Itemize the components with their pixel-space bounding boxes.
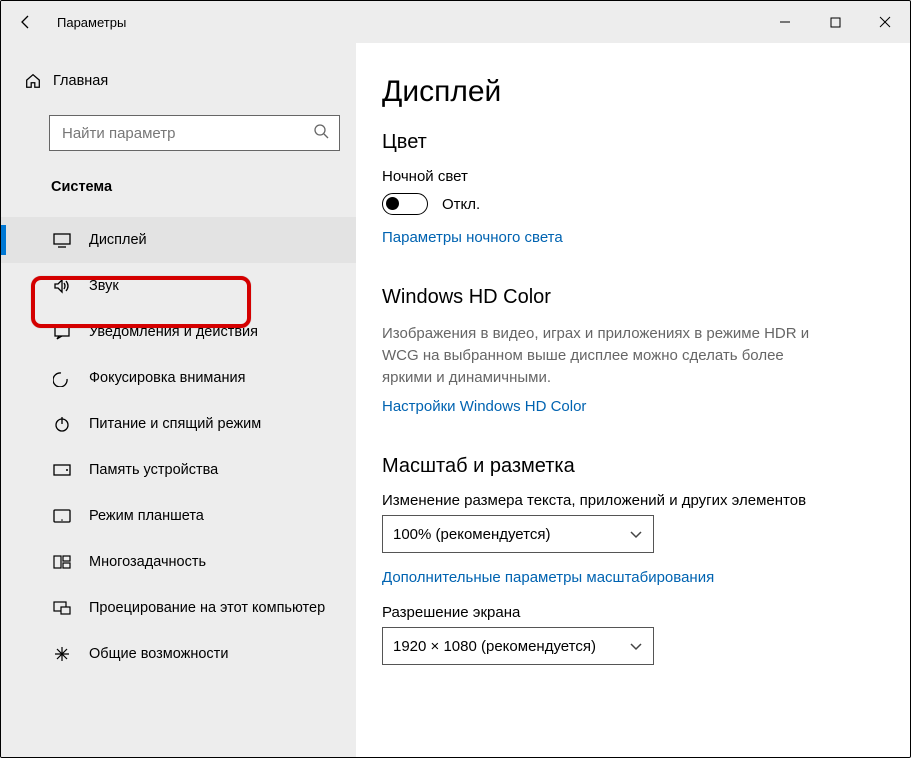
back-button[interactable]: [9, 1, 43, 43]
content-pane: Дисплей Цвет Ночной свет Откл. Параметры…: [356, 43, 910, 757]
sidebar-item-label: Питание и спящий режим: [89, 416, 261, 432]
chevron-down-icon: [629, 526, 643, 543]
night-light-label: Ночной свет: [382, 168, 910, 185]
search-icon: [313, 123, 329, 144]
sidebar-category: Система: [1, 151, 356, 213]
sidebar-item-multitask[interactable]: Многозадачность: [1, 539, 356, 585]
sidebar-item-label: Фокусировка внимания: [89, 370, 245, 386]
sidebar-nav: Дисплей Звук Уведомления и действия: [1, 213, 356, 677]
tablet-icon: [51, 509, 73, 523]
scale-field-label: Изменение размера текста, приложений и д…: [382, 492, 910, 509]
scale-combobox[interactable]: 100% (рекомендуется): [382, 515, 654, 553]
hd-desc: Изображения в видео, играх и приложениях…: [382, 323, 822, 388]
sidebar-item-label: Многозадачность: [89, 554, 206, 570]
projecting-icon: [51, 601, 73, 615]
display-icon: [51, 232, 73, 248]
section-scale: Масштаб и разметка: [382, 455, 910, 478]
night-light-toggle[interactable]: [382, 193, 428, 215]
sidebar-item-projecting[interactable]: Проецирование на этот компьютер: [1, 585, 356, 631]
scale-value: 100% (рекомендуется): [393, 526, 550, 543]
sidebar-item-display[interactable]: Дисплей: [1, 217, 356, 263]
sidebar-home-label: Главная: [53, 73, 108, 89]
sidebar-item-sound[interactable]: Звук: [1, 263, 356, 309]
hd-settings-link[interactable]: Настройки Windows HD Color: [382, 398, 910, 415]
sound-icon: [51, 278, 73, 294]
resolution-combobox[interactable]: 1920 × 1080 (рекомендуется): [382, 627, 654, 665]
power-icon: [51, 415, 73, 433]
minimize-button[interactable]: [760, 1, 810, 43]
sidebar-item-shared[interactable]: Общие возможности: [1, 631, 356, 677]
sidebar-item-power[interactable]: Питание и спящий режим: [1, 401, 356, 447]
sidebar-item-label: Дисплей: [89, 232, 147, 248]
section-hdcolor: Windows HD Color: [382, 286, 910, 309]
sidebar-home[interactable]: Главная: [1, 61, 356, 101]
page-title: Дисплей: [382, 75, 910, 109]
sidebar-item-label: Режим планшета: [89, 508, 204, 524]
close-button[interactable]: [860, 1, 910, 43]
advanced-scaling-link[interactable]: Дополнительные параметры масштабирования: [382, 569, 910, 586]
focus-icon: [51, 369, 73, 387]
shared-icon: [51, 645, 73, 663]
sidebar-item-notifications[interactable]: Уведомления и действия: [1, 309, 356, 355]
sidebar-item-storage[interactable]: Память устройства: [1, 447, 356, 493]
search-box[interactable]: [49, 115, 340, 151]
chevron-down-icon: [629, 638, 643, 655]
sidebar-item-tablet[interactable]: Режим планшета: [1, 493, 356, 539]
sidebar-item-label: Общие возможности: [89, 646, 228, 662]
sidebar-item-focus[interactable]: Фокусировка внимания: [1, 355, 356, 401]
resolution-field-label: Разрешение экрана: [382, 604, 910, 621]
search-input[interactable]: [60, 124, 313, 143]
storage-icon: [51, 464, 73, 476]
resolution-value: 1920 × 1080 (рекомендуется): [393, 638, 596, 655]
sidebar-item-label: Память устройства: [89, 462, 218, 478]
sidebar-item-label: Уведомления и действия: [89, 324, 258, 340]
notifications-icon: [51, 324, 73, 340]
sidebar: Главная Система Дисплей: [1, 43, 356, 757]
sidebar-item-label: Проецирование на этот компьютер: [89, 600, 325, 616]
sidebar-item-label: Звук: [89, 278, 119, 294]
section-color: Цвет: [382, 131, 910, 154]
window-title: Параметры: [57, 15, 126, 30]
maximize-button[interactable]: [810, 1, 860, 43]
home-icon: [21, 72, 45, 90]
night-light-settings-link[interactable]: Параметры ночного света: [382, 229, 910, 246]
titlebar: Параметры: [1, 1, 910, 43]
toggle-state-label: Откл.: [442, 196, 480, 213]
multitask-icon: [51, 555, 73, 569]
